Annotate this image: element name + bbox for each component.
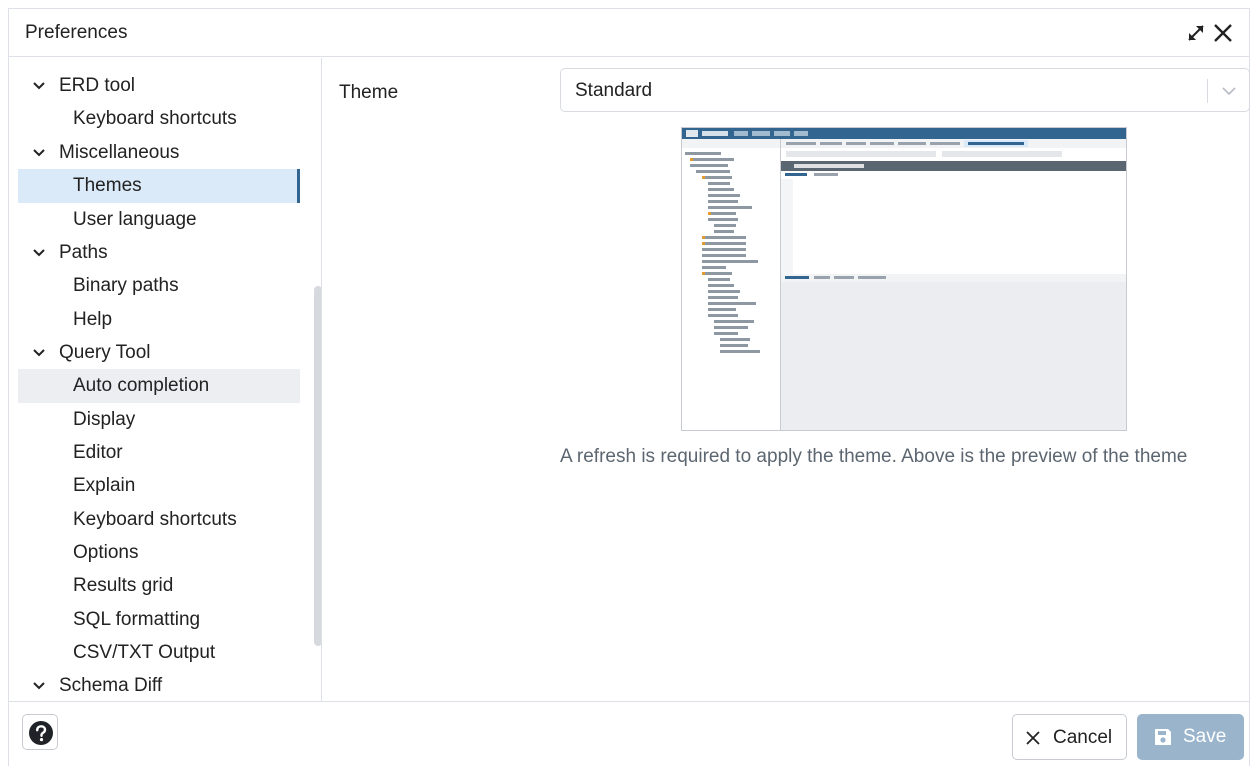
tree-item-label: Keyboard shortcuts: [73, 108, 237, 129]
tree-group-erd-tool[interactable]: ERD tool: [18, 69, 300, 103]
preferences-dialog: Preferences ERD tool Keyboard shortcuts …: [8, 8, 1250, 767]
floppy-disk-icon: [1155, 729, 1171, 745]
expand-icon[interactable]: [1185, 22, 1207, 44]
theme-preview-graphic: [682, 128, 1126, 430]
tree-item-label: Binary paths: [73, 275, 179, 296]
chevron-down-icon[interactable]: [1221, 84, 1237, 98]
tree-group-schema-diff[interactable]: Schema Diff: [18, 669, 300, 702]
tree-group-miscellaneous[interactable]: Miscellaneous: [18, 136, 300, 170]
chevron-down-icon: [33, 682, 45, 690]
theme-help-text: A refresh is required to apply the theme…: [560, 446, 1188, 467]
theme-select-value: Standard: [575, 80, 653, 101]
tree-item-label: ERD tool: [59, 75, 136, 96]
help-button[interactable]: [22, 714, 58, 750]
sidebar-scrollbar[interactable]: [314, 286, 321, 646]
save-button-label: Save: [1183, 726, 1227, 747]
chevron-down-icon: [33, 249, 45, 257]
tree-item-user-language[interactable]: User language: [18, 203, 300, 237]
tree-item-label: Themes: [73, 175, 142, 196]
tree-item-label: Results grid: [73, 575, 174, 596]
chevron-down-icon: [33, 82, 45, 90]
tree-item-label: Auto completion: [73, 375, 210, 396]
cancel-button-label: Cancel: [1053, 727, 1113, 748]
tree-item-sql-formatting[interactable]: SQL formatting: [18, 603, 300, 637]
save-button[interactable]: Save: [1137, 714, 1244, 760]
dialog-titlebar: Preferences: [9, 9, 1249, 57]
tree-item-label: Query Tool: [59, 342, 151, 363]
tree-item-label: CSV/TXT Output: [73, 642, 216, 663]
tree-item-results-grid[interactable]: Results grid: [18, 569, 300, 603]
tree-item-display[interactable]: Display: [18, 403, 300, 437]
chevron-down-icon: [33, 149, 45, 157]
tree-item-label: SQL formatting: [73, 609, 201, 630]
tree-item-options[interactable]: Options: [18, 536, 300, 570]
theme-select[interactable]: Standard: [560, 68, 1250, 112]
dialog-footer: Cancel Save: [9, 701, 1249, 767]
question-circle-icon: [29, 721, 53, 745]
tree-item-binary-paths[interactable]: Binary paths: [18, 269, 300, 303]
cancel-button[interactable]: Cancel: [1012, 714, 1127, 760]
tree-item-label: Explain: [73, 475, 136, 496]
x-icon: [1026, 731, 1040, 745]
select-divider: [1207, 79, 1208, 103]
tree-item-label: Help: [73, 309, 113, 330]
tree-item-erd-keyboard-shortcuts[interactable]: Keyboard shortcuts: [18, 102, 300, 136]
tree-item-label: Miscellaneous: [59, 142, 180, 163]
preferences-tree: ERD tool Keyboard shortcuts Miscellaneou…: [18, 58, 322, 702]
tree-item-query-keyboard-shortcuts[interactable]: Keyboard shortcuts: [18, 503, 300, 537]
tree-item-label: User language: [73, 209, 197, 230]
preferences-content: Theme Standard A refresh is required to …: [323, 58, 1250, 702]
tree-item-themes[interactable]: Themes: [18, 169, 300, 203]
theme-label: Theme: [339, 82, 399, 103]
tree-item-label: Keyboard shortcuts: [73, 509, 237, 530]
chevron-down-icon: [33, 349, 45, 357]
tree-item-label: Schema Diff: [59, 675, 163, 696]
close-icon[interactable]: [1211, 21, 1235, 45]
tree-item-label: Display: [73, 409, 136, 430]
tree-item-explain[interactable]: Explain: [18, 469, 300, 503]
tree-group-query-tool[interactable]: Query Tool: [18, 336, 300, 370]
tree-item-auto-completion[interactable]: Auto completion: [18, 369, 300, 403]
dialog-title: Preferences: [25, 22, 128, 43]
tree-item-help[interactable]: Help: [18, 303, 300, 337]
tree-item-label: Options: [73, 542, 139, 563]
tree-item-label: Paths: [59, 242, 108, 263]
tree-item-csv-txt-output[interactable]: CSV/TXT Output: [18, 636, 300, 670]
tree-item-editor[interactable]: Editor: [18, 436, 300, 470]
tree-group-paths[interactable]: Paths: [18, 236, 300, 270]
theme-preview-image: [681, 127, 1127, 431]
tree-item-label: Editor: [73, 442, 123, 463]
